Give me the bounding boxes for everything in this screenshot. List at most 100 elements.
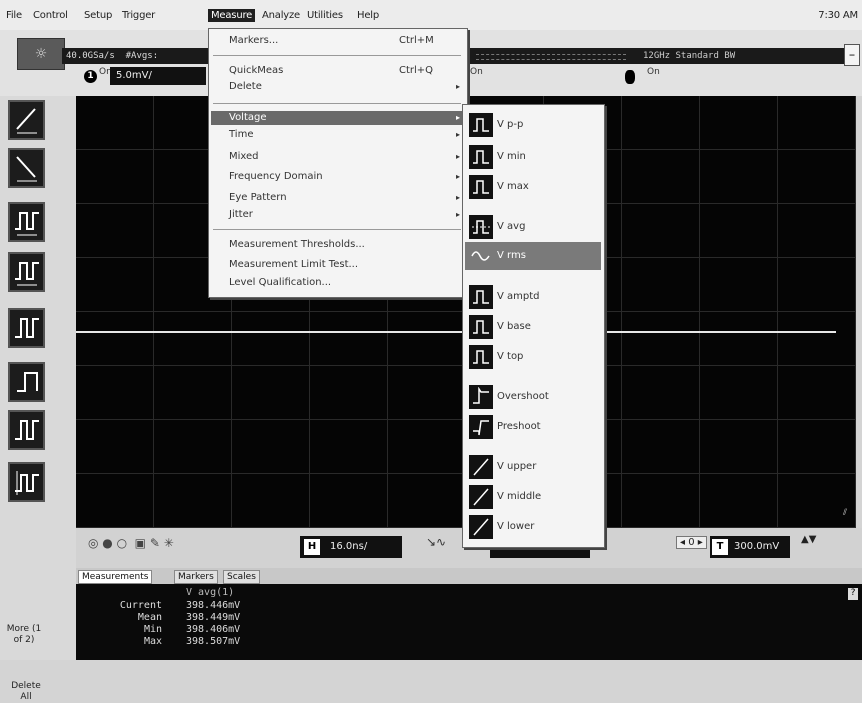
period-icon <box>15 262 39 286</box>
help-button[interactable]: ? <box>848 588 858 600</box>
vmax-icon <box>17 372 38 392</box>
vmin-button[interactable] <box>8 410 45 450</box>
vmin-icon <box>469 145 493 169</box>
channel-3-state[interactable]: On <box>470 68 483 77</box>
status-bar-right: 12GHz Standard BW <box>468 48 848 64</box>
fall-time-icon <box>16 156 37 182</box>
vmax-button[interactable] <box>8 362 45 402</box>
vbase-icon <box>469 315 493 339</box>
avgs-label: #Avgs: <box>125 51 159 61</box>
measurement-results: V avg(1) Current 398.446mV Mean 398.449mV … <box>76 584 862 660</box>
measure-menu: Markers... Ctrl+M QuickMeas Ctrl+Q Delet… <box>208 28 468 298</box>
submenu-item-vbase[interactable]: V base <box>469 315 601 339</box>
vupper-icon <box>469 455 493 479</box>
menu-item-voltage[interactable]: Voltage <box>229 112 267 123</box>
menu-item-jitter[interactable]: Jitter <box>229 209 253 220</box>
vavg-icon <box>469 215 493 239</box>
menu-item-markers[interactable]: Markers... <box>229 35 278 46</box>
vavg-button[interactable] <box>8 462 45 502</box>
menu-trigger[interactable]: Trigger <box>122 10 155 21</box>
submenu-arrow-icon: ▸ <box>456 193 461 202</box>
submenu-item-vtop[interactable]: V top <box>469 345 601 369</box>
clock: 7:30 AM <box>818 10 858 21</box>
vmax-icon <box>469 175 493 199</box>
menu-analyze[interactable]: Analyze <box>262 10 300 21</box>
submenu-arrow-icon: ▸ <box>456 152 461 161</box>
menu-measure[interactable]: Measure <box>208 9 256 22</box>
menu-utilities[interactable]: Utilities <box>307 10 343 21</box>
submenu-arrow-icon: ▸ <box>456 130 461 139</box>
sample-rate: 40.0GSa/s <box>66 51 115 61</box>
channel-1-scale[interactable]: 5.0mV/ <box>110 67 206 85</box>
tab-scales[interactable]: Scales <box>223 570 260 584</box>
shortcut-markers: Ctrl+M <box>399 35 434 46</box>
menu-item-quickmeas[interactable]: QuickMeas <box>229 65 283 76</box>
menu-item-time[interactable]: Time <box>229 129 253 140</box>
result-row-min: Min 398.406mV <box>143 624 241 635</box>
rise-time-button[interactable] <box>8 100 45 140</box>
menu-item-thresholds[interactable]: Measurement Thresholds... <box>229 239 365 250</box>
trigger-level-spinner[interactable]: ▲▼ <box>801 534 816 545</box>
channel-1-badge[interactable]: 1 <box>84 70 97 83</box>
menu-item-level-qualification[interactable]: Level Qualification... <box>229 277 331 288</box>
trigger-label: T <box>712 539 728 555</box>
submenu-item-vpp[interactable]: V p-p <box>469 113 601 137</box>
vavg-icon <box>15 471 39 495</box>
submenu-arrow-icon: ▸ <box>456 210 461 219</box>
submenu-item-vmiddle[interactable]: V middle <box>469 485 601 509</box>
results-tabs: Measurements Markers Scales <box>76 568 862 584</box>
submenu-item-vrms[interactable]: V rms <box>469 244 601 268</box>
vtop-icon <box>469 345 493 369</box>
menu-help[interactable]: Help <box>357 10 379 21</box>
minimize-button[interactable]: _ <box>844 44 860 66</box>
delete-all-button[interactable]: Delete All <box>6 681 46 703</box>
tab-markers[interactable]: Markers <box>174 570 218 584</box>
submenu-item-preshoot[interactable]: Preshoot <box>469 415 601 439</box>
submenu-item-vupper[interactable]: V upper <box>469 455 601 479</box>
measurement-toolbar: More (1 of 2) Delete All <box>0 96 76 702</box>
menu-item-limit-test[interactable]: Measurement Limit Test... <box>229 259 358 270</box>
vmin-icon <box>15 420 39 440</box>
run-control-icons[interactable]: ◎ ● ○ ▣ ✎ ✳ <box>88 536 174 550</box>
more-button[interactable]: More (1 of 2) <box>4 624 44 646</box>
menu-separator <box>213 103 461 104</box>
bandwidth-label: 12GHz Standard BW <box>643 51 736 61</box>
vpp-icon <box>469 113 493 137</box>
period-button[interactable] <box>8 252 45 292</box>
brightness-icon[interactable]: ☼ <box>17 38 65 70</box>
menu-item-mixed[interactable]: Mixed <box>229 151 259 162</box>
vrms-icon <box>469 244 493 268</box>
result-row-max: Max 398.507mV <box>143 636 241 647</box>
vpp-button[interactable] <box>8 308 45 348</box>
menu-setup[interactable]: Setup <box>84 10 112 21</box>
measurement-header: V avg(1) <box>186 587 235 598</box>
vpp-icon <box>15 318 39 338</box>
submenu-item-overshoot[interactable]: Overshoot <box>469 385 601 409</box>
menu-item-delete[interactable]: Delete <box>229 81 262 92</box>
vlower-icon <box>469 515 493 539</box>
menu-item-eye-pattern[interactable]: Eye Pattern <box>229 192 287 203</box>
submenu-arrow-icon: ▸ <box>456 172 461 181</box>
step-control[interactable]: ◂ 0 ▸ <box>676 536 707 549</box>
trigger-slope-icon[interactable]: ↘∿ <box>426 535 446 549</box>
fall-time-button[interactable] <box>8 148 45 188</box>
preshoot-icon <box>469 415 493 439</box>
submenu-item-vmax[interactable]: V max <box>469 175 601 199</box>
menu-control[interactable]: Control <box>33 10 68 21</box>
submenu-item-vmin[interactable]: V min <box>469 145 601 169</box>
submenu-arrow-icon: ▸ <box>456 82 461 91</box>
channel-4-badge[interactable] <box>625 70 635 84</box>
menu-separator <box>213 229 461 230</box>
submenu-arrow-icon: ▸ <box>456 113 461 122</box>
submenu-item-vamptd[interactable]: V amptd <box>469 285 601 309</box>
channel-4-state[interactable]: On <box>647 68 660 77</box>
frequency-button[interactable] <box>8 202 45 242</box>
submenu-item-vlower[interactable]: V lower <box>469 515 601 539</box>
result-row-current: Current 398.446mV <box>119 600 241 611</box>
menu-item-frequency-domain[interactable]: Frequency Domain <box>229 171 323 182</box>
acquisition-status: 40.0GSa/s #Avgs: <box>62 48 216 64</box>
menu-file[interactable]: File <box>6 10 22 21</box>
submenu-item-vavg[interactable]: V avg <box>469 215 601 239</box>
tab-measurements[interactable]: Measurements <box>78 570 153 584</box>
channel-1-trace <box>76 331 836 333</box>
